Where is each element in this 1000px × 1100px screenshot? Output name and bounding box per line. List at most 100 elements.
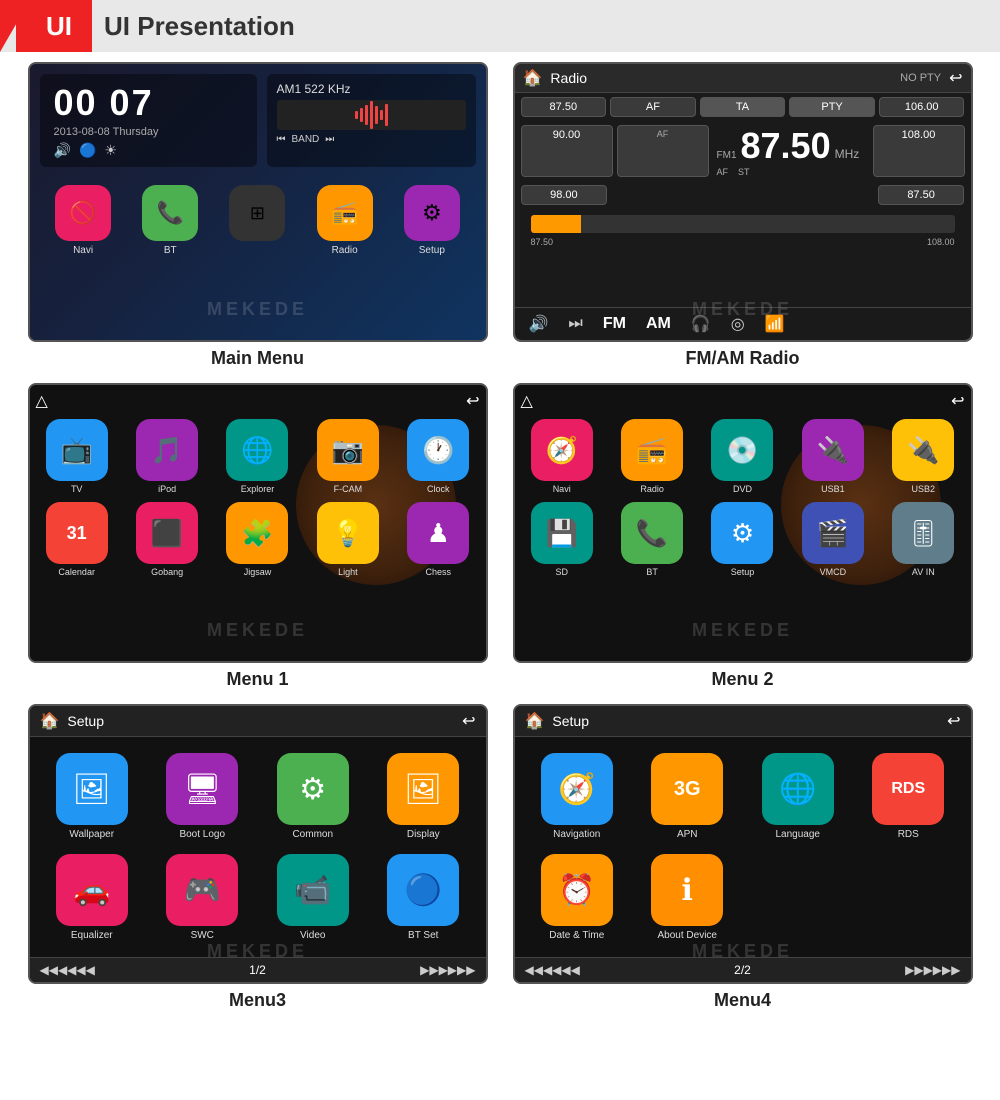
app-swc[interactable]: 🎮 SWC [154, 854, 251, 941]
next-icon[interactable]: ⏭ [325, 134, 334, 145]
next-nav-btn4[interactable]: ▶▶▶▶▶▶ [905, 963, 960, 977]
app-aboutdevice[interactable]: ℹ About Device [639, 854, 736, 941]
app-tv[interactable]: 📺 TV [36, 419, 118, 494]
app-common[interactable]: ⚙ Common [265, 753, 362, 840]
preset-875[interactable]: 87.50 [878, 185, 965, 205]
app-chess[interactable]: ♟ Chess [397, 502, 479, 577]
preset-87[interactable]: 87.50 [521, 97, 607, 117]
record-btn[interactable]: ◎ [725, 312, 751, 336]
preset-empty2 [700, 185, 785, 205]
app-bt[interactable]: 📞 BT [142, 185, 198, 256]
cell-menu2: △ ↩ 🧭 Navi 📻 Radio 💿 [505, 383, 980, 694]
next-nav-btn[interactable]: ▶▶▶▶▶▶ [420, 963, 475, 977]
navigation-label: Navigation [553, 829, 600, 840]
app-bootlogo[interactable]: 🖥 Boot Logo [154, 753, 251, 840]
ui-grid: 00 07 2013-08-08 Thursday 🔊 🔵 ☀ AM1 522 … [0, 52, 1000, 1025]
app-navi[interactable]: 🚫 Navi [55, 185, 111, 256]
page-info-3: 1/2 [249, 963, 266, 977]
app-navigation[interactable]: 🧭 Navigation [529, 753, 626, 840]
home-icon-m2[interactable]: △ [521, 391, 533, 411]
app-apn[interactable]: 3G APN [639, 753, 736, 840]
main-menu-screen: 00 07 2013-08-08 Thursday 🔊 🔵 ☀ AM1 522 … [28, 62, 488, 342]
radio-caption: FM/AM Radio [686, 348, 800, 369]
app-language[interactable]: 🌐 Language [750, 753, 847, 840]
prev-nav-btn4[interactable]: ◀◀◀◀◀◀ [525, 963, 580, 977]
vol-btn[interactable]: 🔊 [523, 312, 555, 336]
app-explorer[interactable]: 🌐 Explorer [216, 419, 298, 494]
signal-btn[interactable]: 📶 [759, 312, 791, 336]
app-radio[interactable]: 📻 Radio [317, 185, 373, 256]
app-video[interactable]: 📹 Video [265, 854, 362, 941]
bootlogo-icon: 🖥 [166, 753, 238, 825]
preset-90[interactable]: 90.00 [521, 125, 613, 177]
app-datetime[interactable]: ⏰ Date & Time [529, 854, 626, 941]
apn-icon: 3G [651, 753, 723, 825]
app-calendar[interactable]: 31 Calendar [36, 502, 118, 577]
app-setup[interactable]: ⚙ Setup [404, 185, 460, 256]
app-clock[interactable]: 🕐 Clock [397, 419, 479, 494]
menu1-topbar: △ ↩ [36, 391, 480, 411]
radio-topbar: 🏠 Radio NO PTY ↩ [515, 64, 971, 93]
app-rds[interactable]: RDS RDS [860, 753, 957, 840]
avin-icon: 🎚 [892, 502, 954, 564]
app-wallpaper[interactable]: 🖼 Wallpaper [44, 753, 141, 840]
preset-af[interactable]: AF [610, 97, 696, 117]
app-sd[interactable]: 💾 SD [521, 502, 603, 577]
app-fcam[interactable]: 📷 F-CAM [307, 419, 389, 494]
app-vmcd[interactable]: 🎬 VMCD [792, 502, 874, 577]
back-icon-m1[interactable]: ↩ [466, 391, 479, 411]
app-setup2[interactable]: ⚙ Setup [701, 502, 783, 577]
headphone-btn[interactable]: 🎧 [685, 312, 717, 336]
skip-btn[interactable]: ⏭ [562, 313, 588, 335]
app-gobang[interactable]: ⬛ Gobang [126, 502, 208, 577]
bar3 [365, 105, 368, 125]
slider-marker [577, 215, 581, 233]
preset-af2[interactable]: AF [617, 125, 709, 177]
radio-bars [277, 100, 466, 130]
preset-98[interactable]: 98.00 [521, 185, 608, 205]
preset-pty[interactable]: PTY [789, 97, 875, 117]
radio-icon: 📻 [317, 185, 373, 241]
back-icon-m2[interactable]: ↩ [951, 391, 964, 411]
preset-108[interactable]: 108.00 [873, 125, 965, 177]
app-usb2[interactable]: 🔌 USB2 [882, 419, 964, 494]
prev-nav-btn[interactable]: ◀◀◀◀◀◀ [40, 963, 95, 977]
slider-container: 87.50 108.00 [515, 209, 971, 249]
app-dvd[interactable]: 💿 DVD [701, 419, 783, 494]
equalizer-label: Equalizer [71, 930, 113, 941]
app-display[interactable]: 🖼 Display [375, 753, 472, 840]
setup-label: Setup [419, 245, 445, 256]
app-light[interactable]: 💡 Light [307, 502, 389, 577]
app-bt2[interactable]: 📞 BT [611, 502, 693, 577]
preset-106[interactable]: 106.00 [879, 97, 965, 117]
home-icon[interactable]: 🏠 [523, 68, 543, 88]
am-btn[interactable]: AM [640, 313, 677, 335]
video-label: Video [300, 930, 325, 941]
home-icon-s4[interactable]: 🏠 [525, 711, 545, 731]
back-icon-s3[interactable]: ↩ [462, 711, 475, 731]
back-icon-s4[interactable]: ↩ [947, 711, 960, 731]
app-radio2[interactable]: 📻 Radio [611, 419, 693, 494]
app-menu[interactable]: ⊞ [229, 185, 285, 256]
app-avin[interactable]: 🎚 AV IN [882, 502, 964, 577]
app-navi2[interactable]: 🧭 Navi [521, 419, 603, 494]
common-icon: ⚙ [277, 753, 349, 825]
brightness-icon: ☀ [104, 142, 117, 159]
app-equalizer[interactable]: 🚗 Equalizer [44, 854, 141, 941]
back-icon[interactable]: ↩ [949, 68, 962, 88]
home-icon-m1[interactable]: △ [36, 391, 48, 411]
prev-icon[interactable]: ⏮ [277, 134, 286, 145]
calendar-icon: 31 [46, 502, 108, 564]
app-ipod[interactable]: 🎵 iPod [126, 419, 208, 494]
freq-slider[interactable] [531, 215, 955, 233]
chess-label: Chess [426, 567, 452, 577]
app-jigsaw[interactable]: 🧩 Jigsaw [216, 502, 298, 577]
app-btset[interactable]: 🔵 BT Set [375, 854, 472, 941]
menu1-screen: △ ↩ 📺 TV 🎵 iPod [28, 383, 488, 663]
preset-ta[interactable]: TA [700, 97, 786, 117]
menu1-caption: Menu 1 [226, 669, 288, 690]
fm-btn[interactable]: FM [597, 313, 632, 335]
language-label: Language [776, 829, 821, 840]
home-icon-s3[interactable]: 🏠 [40, 711, 60, 731]
app-usb1[interactable]: 🔌 USB1 [792, 419, 874, 494]
